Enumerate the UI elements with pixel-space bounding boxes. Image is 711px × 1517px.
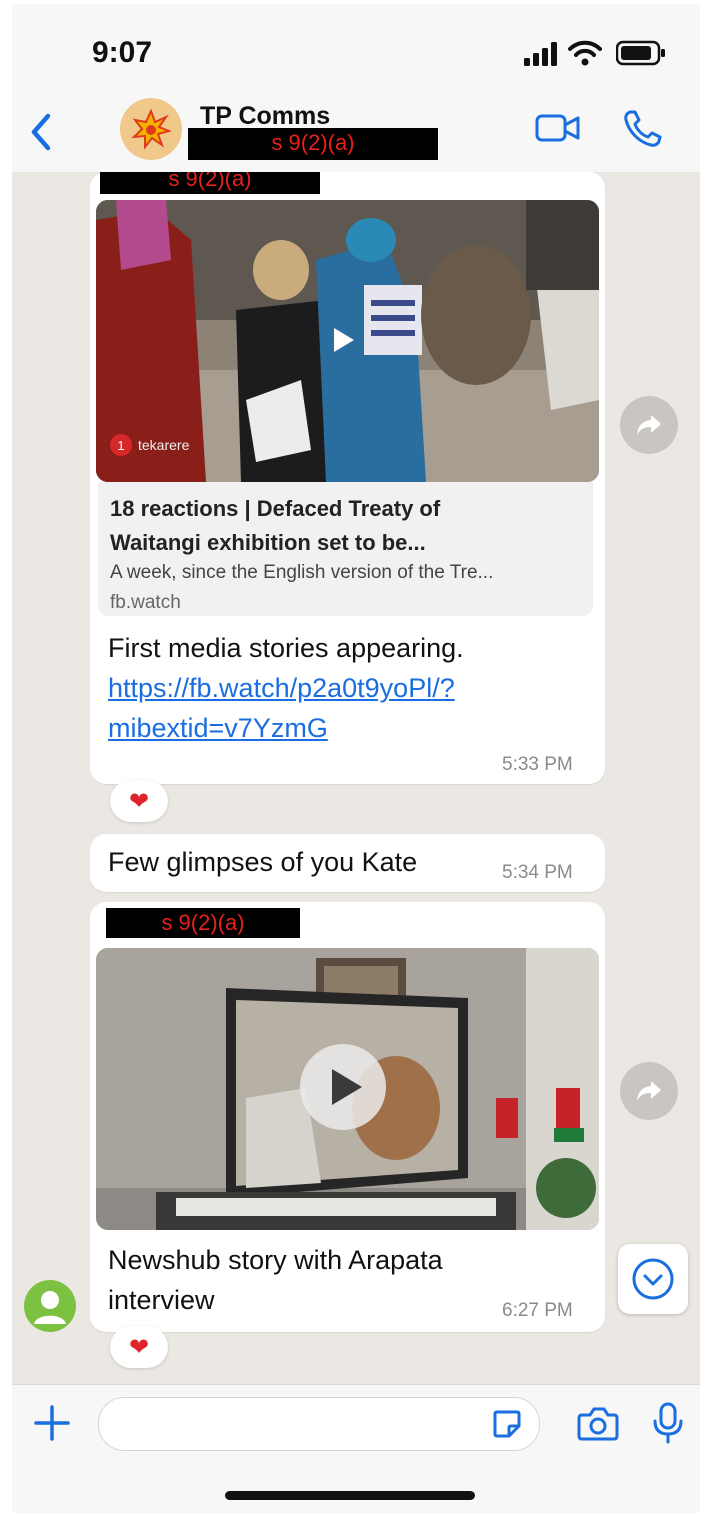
- sender-avatar[interactable]: [24, 1280, 76, 1332]
- link-preview-card[interactable]: 18 reactions | Defaced Treaty of Waitang…: [98, 482, 593, 616]
- wifi-icon: [568, 40, 602, 66]
- message-timestamp: 6:27 PM: [502, 1300, 573, 1321]
- chat-header: TP Comms s 9(2)(a): [12, 96, 700, 173]
- message-bubble[interactable]: s 9(2)(a): [90, 902, 605, 1332]
- status-bar: 9:07: [12, 4, 700, 96]
- scroll-to-bottom-button[interactable]: [618, 1244, 688, 1314]
- message-text: Newshub story with Arapata: [108, 1245, 443, 1275]
- message-input[interactable]: [98, 1397, 540, 1451]
- video-thumbnail[interactable]: [96, 948, 599, 1230]
- phone-icon[interactable]: [622, 108, 664, 150]
- redaction-box: s 9(2)(a): [188, 128, 438, 160]
- video-thumbnail[interactable]: 1 tekarere: [96, 200, 599, 482]
- link-preview-title-line: 18 reactions | Defaced Treaty of: [110, 496, 441, 521]
- phone-screen: 9:07 TP Comms s 9(2)(a) s 9(2)(a) 1 teka…: [12, 4, 700, 1513]
- play-icon: [332, 1069, 362, 1105]
- explosion-icon: [131, 109, 171, 149]
- sender-redaction: s 9(2)(a): [100, 172, 320, 194]
- camera-icon[interactable]: [576, 1403, 620, 1443]
- plus-icon[interactable]: [32, 1403, 72, 1443]
- signal-icon: [524, 42, 557, 66]
- message-bubble[interactable]: Few glimpses of you Kate 5:34 PM: [90, 834, 605, 892]
- watermark-text: tekarere: [138, 437, 190, 453]
- link-preview-title-line: Waitangi exhibition set to be...: [110, 530, 426, 555]
- microphone-icon[interactable]: [650, 1401, 686, 1445]
- battery-icon: [616, 40, 665, 66]
- sender-redaction: s 9(2)(a): [106, 908, 300, 938]
- chevron-left-icon: [31, 113, 51, 151]
- message-bubble[interactable]: s 9(2)(a): [90, 172, 605, 784]
- link-preview-domain: fb.watch: [110, 592, 181, 613]
- forward-button[interactable]: [620, 1062, 678, 1120]
- group-avatar[interactable]: [120, 98, 182, 160]
- message-text: Few glimpses of you Kate: [108, 847, 418, 877]
- video-camera-icon[interactable]: [534, 108, 582, 148]
- link-preview-description: A week, since the English version of the…: [110, 562, 494, 583]
- message-list[interactable]: s 9(2)(a) 1 tekarere 18 reactions | Defa…: [12, 172, 700, 1384]
- heart-reaction[interactable]: ❤: [110, 780, 168, 822]
- chevron-down-circle-icon: [632, 1258, 674, 1300]
- message-timestamp: 5:33 PM: [502, 754, 573, 775]
- status-time: 9:07: [92, 36, 153, 69]
- person-icon: [34, 1291, 66, 1324]
- message-text: First media stories appearing.: [108, 633, 464, 663]
- play-button[interactable]: [300, 1044, 386, 1130]
- forward-button[interactable]: [620, 396, 678, 454]
- message-text: interview: [108, 1285, 215, 1315]
- message-timestamp: 5:34 PM: [502, 862, 573, 883]
- play-icon: [334, 328, 354, 352]
- watermark-logo: 1: [110, 434, 132, 456]
- forward-icon: [637, 1081, 661, 1101]
- chat-title[interactable]: TP Comms: [200, 102, 330, 131]
- message-link[interactable]: https://fb.watch/p2a0t9yoPl/?: [108, 672, 455, 705]
- back-button[interactable]: [22, 110, 62, 154]
- sticker-icon[interactable]: [491, 1408, 523, 1440]
- heart-reaction[interactable]: ❤: [110, 1326, 168, 1368]
- forward-icon: [637, 415, 661, 435]
- home-indicator[interactable]: [225, 1491, 475, 1500]
- message-link[interactable]: mibextid=v7YzmG: [108, 712, 328, 745]
- video-watermark: 1 tekarere: [110, 434, 189, 456]
